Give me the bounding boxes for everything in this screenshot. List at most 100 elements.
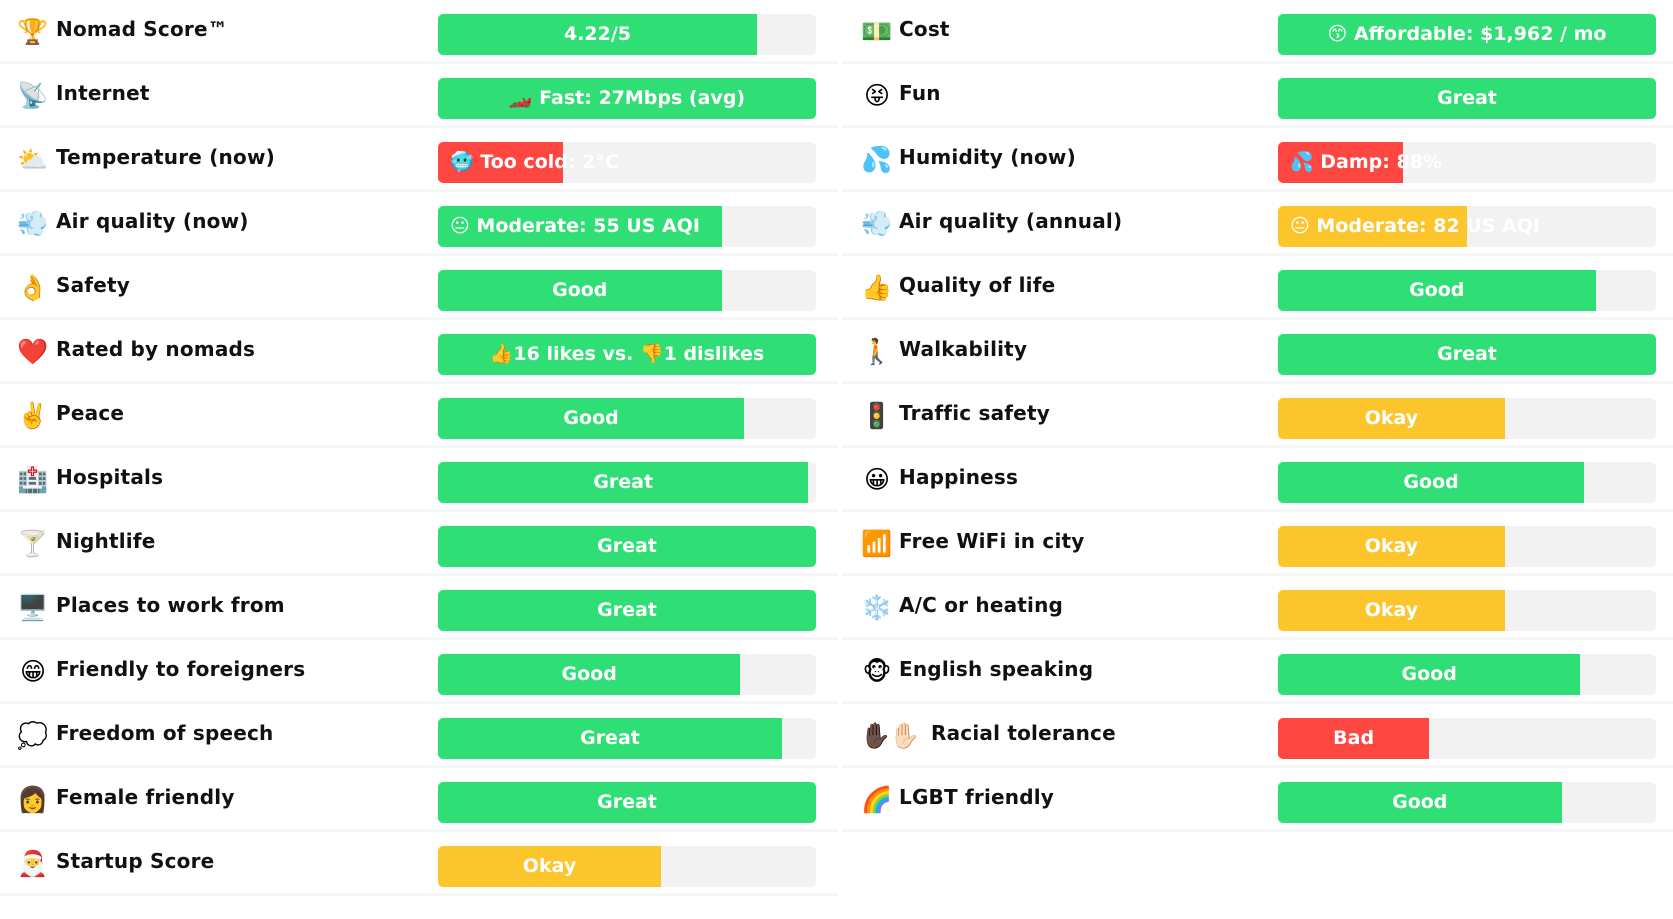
rating-label[interactable]: Nightlife [56, 529, 156, 553]
rating-row-lgbt-friendly: 🌈 LGBT friendly Good [842, 768, 1673, 832]
rating-row-peace: ✌️ Peace Good [0, 384, 838, 448]
rating-label[interactable]: LGBT friendly [899, 785, 1054, 809]
rating-value: Good [563, 407, 619, 429]
rating-bar[interactable]: Bad [1278, 718, 1656, 759]
rating-row-nomad-score: 🏆 Nomad Score™ 4.22/5 [0, 0, 838, 64]
rating-row-internet: 📡 Internet 🏎️ Fast: 27Mbps (avg) [0, 64, 838, 128]
rating-label[interactable]: Cost [899, 17, 950, 41]
rating-value: 👍16 likes vs. 👎1 dislikes [489, 343, 765, 365]
rating-bar[interactable]: Great [438, 718, 816, 759]
rating-value: 😙 Affordable: $1,962 / mo [1327, 23, 1607, 45]
rating-label[interactable]: Peace [56, 401, 124, 425]
rating-label[interactable]: Air quality (now) [56, 209, 249, 233]
rating-bar[interactable]: Great [438, 782, 816, 823]
rating-label[interactable]: Internet [56, 81, 150, 105]
rating-bar[interactable]: 😐 Moderate: 55 US AQI [438, 206, 816, 247]
rating-row-female-friendly: 👩 Female friendly Great [0, 768, 838, 832]
signal-bars-icon: 📶 [861, 529, 893, 558]
rating-value: Good [561, 663, 617, 685]
rating-label[interactable]: Female friendly [56, 785, 235, 809]
rating-bar[interactable]: Okay [438, 846, 816, 887]
rating-bar[interactable]: Good [1278, 654, 1656, 695]
rating-label[interactable]: Safety [56, 273, 130, 297]
desktop-computer-icon: 🖥️ [17, 593, 49, 622]
rating-value: Okay [1364, 599, 1419, 621]
rating-label[interactable]: Friendly to foreigners [56, 657, 305, 681]
rating-bar[interactable]: 🥶 Too cold: 2°C [438, 142, 816, 183]
rating-bar[interactable]: 4.22/5 [438, 14, 816, 55]
rating-bar[interactable]: 👍16 likes vs. 👎1 dislikes [438, 334, 816, 375]
rating-row-freedom-of-speech: 💭 Freedom of speech Great [0, 704, 838, 768]
rating-label[interactable]: Places to work from [56, 593, 285, 617]
rating-bar[interactable]: Great [1278, 78, 1656, 119]
ok-hand-icon: 👌 [17, 273, 49, 302]
rating-label[interactable]: Temperature (now) [56, 145, 275, 169]
heart-icon: ❤️ [17, 337, 49, 366]
rating-bar[interactable]: Okay [1278, 398, 1656, 439]
trophy-icon: 🏆 [17, 17, 49, 46]
rating-bar[interactable]: Okay [1278, 526, 1656, 567]
happy-face-icon: 😀 [863, 465, 891, 494]
thumbs-up-icon: 👍 [861, 273, 893, 302]
rainbow-icon: 🌈 [861, 785, 893, 814]
satellite-dish-icon: 📡 [17, 81, 49, 110]
tongue-face-icon: 😝 [863, 81, 891, 110]
rating-label[interactable]: Freedom of speech [56, 721, 273, 745]
raised-hands-icon: ✋🏿✋🏻 [860, 721, 920, 750]
rating-label[interactable]: Quality of life [899, 273, 1055, 297]
rating-label[interactable]: A/C or heating [899, 593, 1063, 617]
rating-value: 4.22/5 [563, 23, 632, 45]
rating-bar[interactable]: Good [438, 270, 816, 311]
rating-value: 😐 Moderate: 82 US AQI [1290, 215, 1540, 237]
rating-bar[interactable]: Good [1278, 462, 1656, 503]
rating-label[interactable]: Rated by nomads [56, 337, 255, 361]
rating-label[interactable]: Humidity (now) [899, 145, 1076, 169]
rating-label[interactable]: Nomad Score™ [56, 17, 228, 41]
rating-bar[interactable]: 💦 Damp: 88% [1278, 142, 1656, 183]
right-ratings-column: 💵 Cost 😙 Affordable: $1,962 / mo 😝 Fun Great 💦… [842, 0, 1673, 832]
rating-value: 🥶 Too cold: 2°C [450, 151, 619, 173]
rating-bar[interactable]: Great [1278, 334, 1656, 375]
rating-bar[interactable]: Good [438, 398, 816, 439]
snowflake-icon: ❄️ [861, 593, 893, 622]
traffic-light-icon: 🚦 [861, 401, 893, 430]
rating-label[interactable]: Happiness [899, 465, 1018, 489]
rating-label[interactable]: Startup Score [56, 849, 214, 873]
rating-bar[interactable]: 😙 Affordable: $1,962 / mo [1278, 14, 1656, 55]
rating-bar[interactable]: Great [438, 462, 816, 503]
rating-label[interactable]: Free WiFi in city [899, 529, 1085, 553]
rating-row-racial-tolerance: ✋🏿✋🏻 Racial tolerance Bad [842, 704, 1673, 768]
rating-value: Good [552, 279, 608, 301]
hospital-icon: 🏥 [17, 465, 49, 494]
sweat-droplets-icon: 💦 [861, 145, 893, 174]
rating-row-nightlife: 🍸 Nightlife Great [0, 512, 838, 576]
rating-value: Good [1409, 279, 1465, 301]
rating-label[interactable]: Fun [899, 81, 941, 105]
monkey-face-icon: 🐵 [862, 657, 892, 686]
rating-label[interactable]: Air quality (annual) [899, 209, 1122, 233]
rating-value: Good [1401, 663, 1457, 685]
money-icon: 💵 [861, 17, 893, 46]
rating-label[interactable]: English speaking [899, 657, 1093, 681]
woman-icon: 👩 [17, 785, 49, 814]
rating-label[interactable]: Hospitals [56, 465, 163, 489]
rating-bar[interactable]: Good [1278, 782, 1656, 823]
rating-row-temperature-now: ⛅ Temperature (now) 🥶 Too cold: 2°C [0, 128, 838, 192]
cocktail-icon: 🍸 [17, 529, 49, 558]
rating-label[interactable]: Walkability [899, 337, 1027, 361]
santa-icon: 🎅 [17, 849, 49, 878]
rating-bar[interactable]: Great [438, 590, 816, 631]
rating-label[interactable]: Racial tolerance [931, 721, 1116, 745]
rating-value: 😐 Moderate: 55 US AQI [450, 215, 700, 237]
rating-value: Bad [1333, 727, 1375, 749]
rating-bar[interactable]: Okay [1278, 590, 1656, 631]
rating-bar[interactable]: 😐 Moderate: 82 US AQI [1278, 206, 1656, 247]
rating-row-friendly-to-foreigners: 😁 Friendly to foreigners Good [0, 640, 838, 704]
rating-bar[interactable]: Great [438, 526, 816, 567]
rating-value: Okay [1364, 407, 1419, 429]
rating-bar[interactable]: Good [438, 654, 816, 695]
rating-row-cost: 💵 Cost 😙 Affordable: $1,962 / mo [842, 0, 1673, 64]
rating-label[interactable]: Traffic safety [899, 401, 1050, 425]
rating-bar[interactable]: 🏎️ Fast: 27Mbps (avg) [438, 78, 816, 119]
rating-bar[interactable]: Good [1278, 270, 1656, 311]
